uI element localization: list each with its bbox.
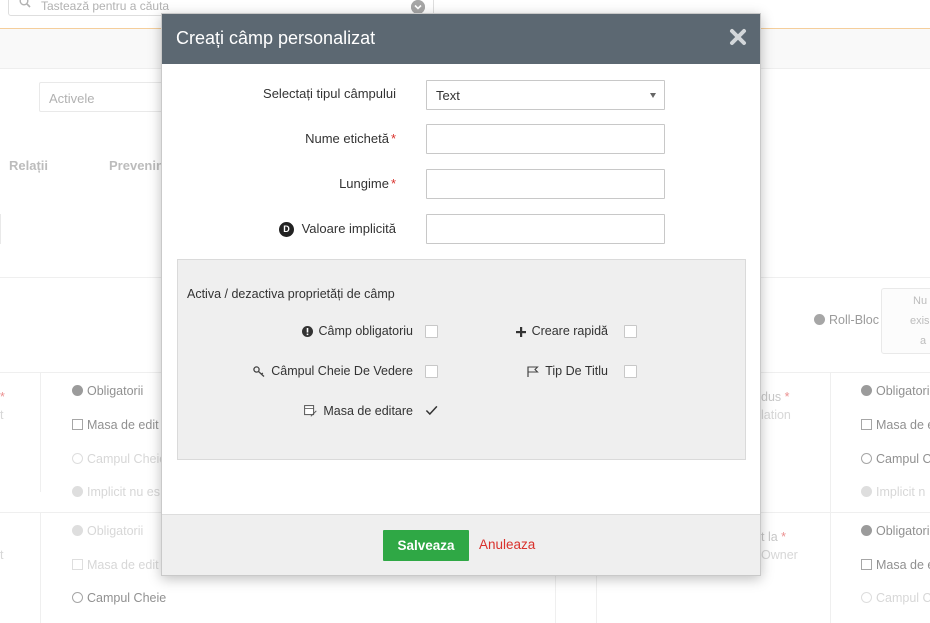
edit-table-checkbox[interactable] bbox=[425, 404, 438, 417]
edit-table-text: Masa de editare bbox=[323, 404, 413, 418]
cancel-link[interactable]: Anuleaza bbox=[479, 537, 535, 552]
label-name-text: Nume etichetă bbox=[305, 131, 389, 146]
close-icon[interactable] bbox=[728, 27, 748, 47]
key-icon bbox=[253, 366, 265, 377]
field-type-label: Selectați tipul câmpului bbox=[263, 86, 396, 101]
default-value-icon: D bbox=[279, 222, 294, 237]
edit-table-property-label: Masa de editare bbox=[304, 404, 413, 418]
label-name-input[interactable] bbox=[426, 124, 665, 154]
required-property-text: Câmp obligatoriu bbox=[318, 324, 414, 338]
required-checkbox[interactable] bbox=[425, 325, 438, 338]
required-mark: * bbox=[390, 176, 396, 191]
field-type-select[interactable]: Text bbox=[426, 80, 665, 110]
plus-icon bbox=[515, 327, 526, 337]
length-input[interactable] bbox=[426, 169, 665, 199]
key-view-text: Câmpul Cheie De Vedere bbox=[271, 364, 413, 378]
dialog-footer: Salveaza Anuleaza bbox=[162, 514, 760, 575]
label-name-label: Nume etichetă * bbox=[305, 131, 396, 146]
title-type-checkbox[interactable] bbox=[624, 365, 637, 378]
save-button[interactable]: Salveaza bbox=[383, 530, 469, 561]
exclamation-icon bbox=[301, 326, 313, 337]
default-value-input[interactable] bbox=[426, 214, 665, 244]
quick-create-property-label: Creare rapidă bbox=[515, 324, 608, 338]
quick-create-text: Creare rapidă bbox=[531, 324, 608, 338]
caret-down-icon bbox=[650, 93, 656, 98]
length-label: Lungime * bbox=[339, 176, 396, 191]
key-view-property-label: Câmpul Cheie De Vedere bbox=[253, 364, 413, 378]
length-text: Lungime bbox=[339, 176, 389, 191]
title-type-property-label: Tip De Titlu bbox=[527, 364, 608, 378]
dialog-header: Creați câmp personalizat bbox=[162, 14, 760, 64]
edit-table-icon bbox=[304, 405, 317, 417]
required-mark: * bbox=[390, 131, 396, 146]
create-custom-field-dialog: Creați câmp personalizat Selectați tipul… bbox=[161, 13, 761, 576]
dialog-title: Creați câmp personalizat bbox=[176, 28, 376, 48]
title-type-text: Tip De Titlu bbox=[545, 364, 608, 378]
flag-icon bbox=[527, 366, 540, 377]
field-type-value: Text bbox=[436, 88, 460, 103]
field-properties-panel: Activa / dezactiva proprietăți de câmp C… bbox=[177, 259, 746, 460]
default-value-label: Valoare implicită bbox=[301, 221, 396, 236]
properties-title: Activa / dezactiva proprietăți de câmp bbox=[187, 287, 395, 301]
required-property-label: Câmp obligatoriu bbox=[301, 324, 414, 338]
key-view-checkbox[interactable] bbox=[425, 365, 438, 378]
quick-create-checkbox[interactable] bbox=[624, 325, 637, 338]
